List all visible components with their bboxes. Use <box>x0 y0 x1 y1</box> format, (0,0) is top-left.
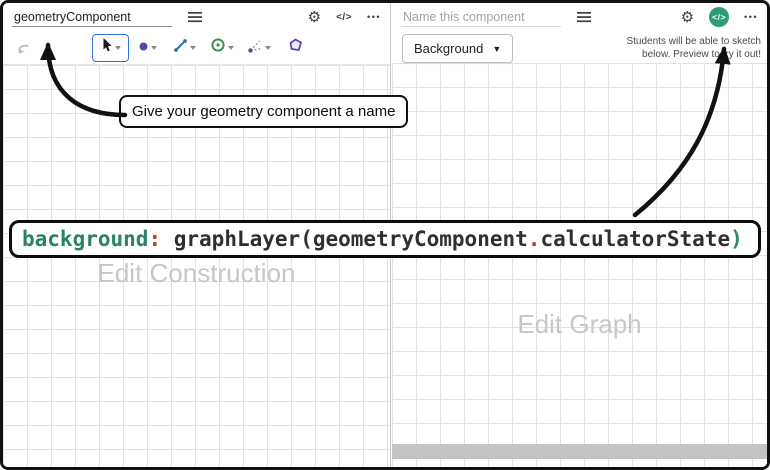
geometry-header: ⚙ </> ••• <box>3 3 390 31</box>
chevron-down-icon <box>264 45 271 50</box>
undo-icon[interactable] <box>15 41 32 55</box>
point-icon <box>138 39 149 57</box>
chevron-down-icon <box>190 45 196 50</box>
dropdown-triangle-icon: ▼ <box>492 43 502 54</box>
students-note: Students will be able to sketch below. P… <box>626 36 761 60</box>
circle-tool-button[interactable] <box>203 33 240 62</box>
tool-group <box>92 33 314 62</box>
code-token: graphLayer <box>173 227 301 251</box>
component-name-input[interactable] <box>401 7 561 27</box>
select-tool-button[interactable] <box>92 33 129 62</box>
horizontal-scrollbar[interactable] <box>392 444 767 459</box>
chevron-down-icon <box>151 45 157 50</box>
code-token: . <box>527 227 541 251</box>
menu-icon[interactable] <box>188 11 202 23</box>
background-dropdown[interactable]: Background ▼ <box>402 34 514 63</box>
code-token: ) <box>730 227 743 251</box>
code-icon[interactable]: </> <box>336 12 352 23</box>
code-token: geometryComponent <box>312 227 528 251</box>
code-token: background <box>22 227 149 251</box>
geometry-name-input[interactable] <box>12 7 172 27</box>
chevron-down-icon <box>115 45 121 50</box>
code-token: ( <box>300 227 313 251</box>
segment-icon <box>173 38 188 58</box>
point-tool-button[interactable] <box>129 33 166 62</box>
more-options-icon[interactable]: ••• <box>744 12 758 22</box>
geometry-watermark: Edit Construction <box>97 258 296 288</box>
app-window: ⚙ </> ••• <box>0 0 770 470</box>
menu-icon[interactable] <box>577 11 591 23</box>
graph-header: ⚙ </> ••• <box>392 3 767 31</box>
graph-subheader: Background ▼ Students will be able to sk… <box>392 31 767 63</box>
settings-gear-icon[interactable]: ⚙ <box>308 10 321 25</box>
code-snippet: background: graphLayer(geometryComponent… <box>9 220 761 258</box>
graph-watermark: Edit Graph <box>517 309 642 339</box>
cursor-icon <box>100 37 113 58</box>
settings-gear-icon[interactable]: ⚙ <box>681 10 694 25</box>
graph-canvas[interactable]: Edit Graph <box>392 63 767 467</box>
more-options-icon[interactable]: ••• <box>367 12 381 22</box>
angle-tool-button[interactable] <box>240 33 277 62</box>
circle-icon <box>210 37 226 58</box>
code-icon-active[interactable]: </> <box>709 7 730 27</box>
polygon-tool-button[interactable] <box>277 33 314 62</box>
callout-bubble: Give your geometry component a name <box>119 95 409 128</box>
background-dropdown-label: Background <box>414 41 484 56</box>
geometry-toolbar <box>3 31 390 65</box>
segment-tool-button[interactable] <box>166 33 203 62</box>
code-token: : <box>148 227 162 251</box>
code-token: calculatorState <box>540 227 731 251</box>
chevron-down-icon <box>227 45 234 50</box>
polygon-icon <box>287 37 304 58</box>
angle-icon <box>247 38 263 58</box>
